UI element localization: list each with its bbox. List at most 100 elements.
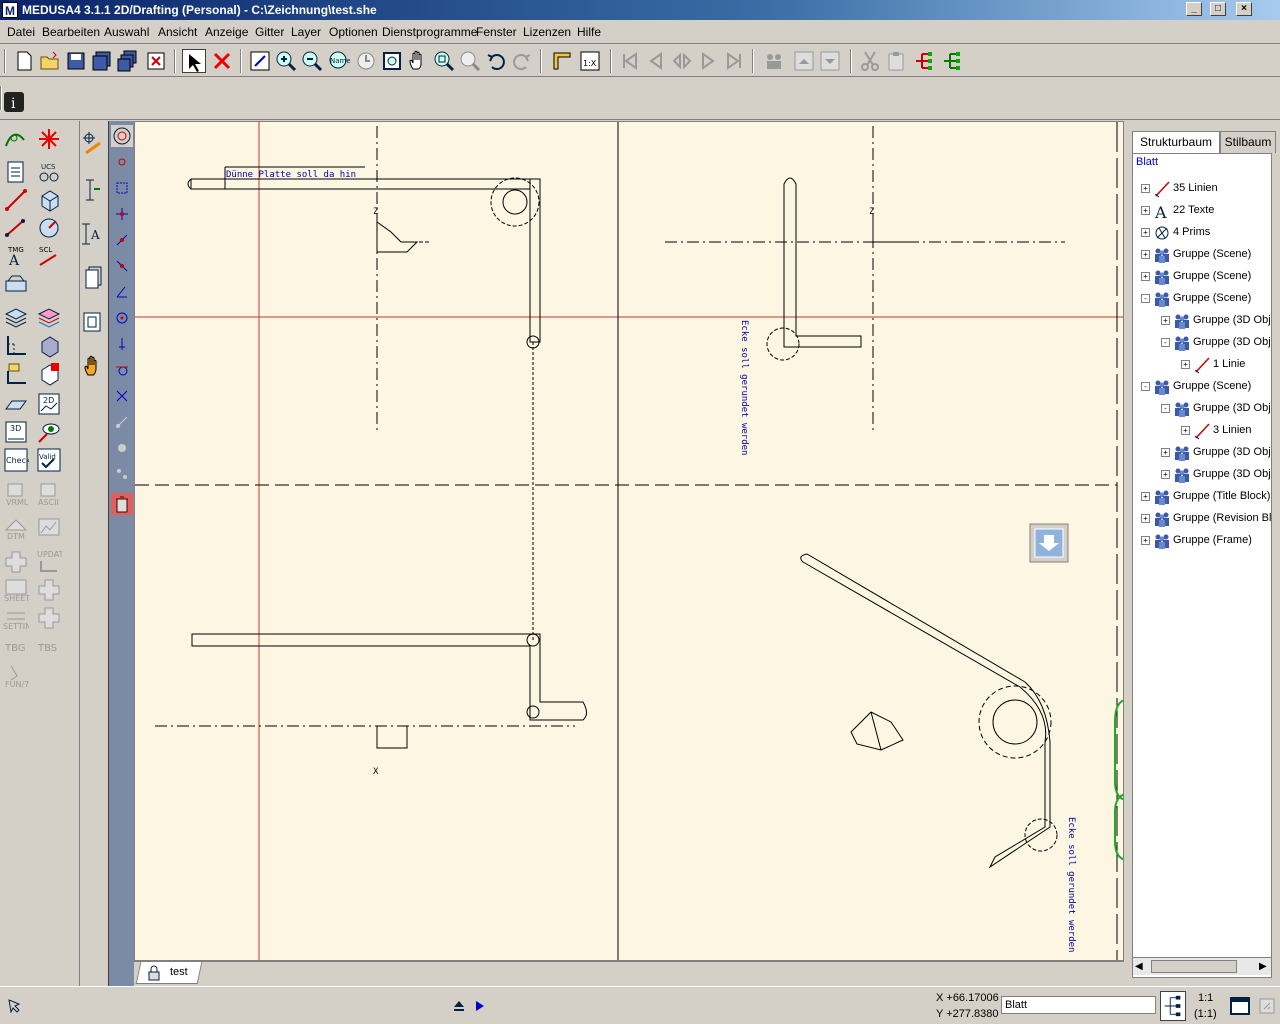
new-file-icon[interactable] [12, 49, 36, 73]
document-icon[interactable] [3, 159, 29, 185]
tbg-icon[interactable]: TBG [3, 635, 29, 661]
tree-root[interactable]: Blatt [1136, 156, 1158, 178]
scroll-thumb[interactable] [1151, 960, 1237, 973]
expand-icon[interactable]: + [1141, 514, 1150, 523]
cross-grey-icon[interactable] [3, 549, 29, 575]
horizontal-scrollbar[interactable]: ◀ ▶ [1133, 957, 1271, 975]
next-icon[interactable] [696, 49, 720, 73]
update-icon[interactable]: UPDATE [36, 549, 69, 575]
expand-icon[interactable]: + [1141, 492, 1150, 501]
zoom-in-icon[interactable] [274, 49, 298, 73]
cancel-icon[interactable] [210, 49, 234, 73]
zoom-previous-icon[interactable] [458, 49, 482, 73]
expand-icon[interactable]: + [1141, 250, 1150, 259]
measure-icon[interactable] [550, 49, 574, 73]
menu-layer[interactable]: Layer [291, 25, 321, 39]
redo-icon[interactable] [510, 49, 534, 73]
window-layout-icon[interactable] [1230, 997, 1250, 1018]
tbs-icon[interactable]: TBS [36, 635, 62, 661]
fun3d-icon[interactable]: FUN/70 [3, 663, 34, 689]
dtm-icon[interactable]: DTM [3, 515, 29, 541]
tablet-icon[interactable] [3, 271, 29, 297]
snap-point-icon[interactable] [3, 126, 29, 152]
expand-icon[interactable]: + [1141, 536, 1150, 545]
open-file-icon[interactable] [38, 49, 62, 73]
tab-stilbaum[interactable]: Stilbaum [1220, 131, 1276, 153]
valid-icon[interactable]: Valid [36, 447, 62, 473]
status-arrow-icon[interactable] [6, 997, 22, 1016]
expand-icon[interactable]: + [1141, 228, 1150, 237]
menu-fenster[interactable]: Fenster [476, 25, 517, 39]
coordinate-icon[interactable] [3, 333, 29, 359]
vertical-measure-icon[interactable] [80, 177, 104, 203]
tab-strukturbaum[interactable]: Strukturbaum [1132, 131, 1220, 153]
menu-gitter[interactable]: Gitter [255, 25, 284, 39]
previous-icon[interactable] [644, 49, 668, 73]
collapse-icon[interactable]: - [1141, 294, 1150, 303]
asterisk-icon[interactable] [36, 126, 62, 152]
layer-down-icon[interactable] [818, 49, 842, 73]
menu-datei[interactable]: Datei [7, 25, 35, 39]
close-file-icon[interactable] [144, 49, 168, 73]
snap-dot-icon[interactable] [115, 155, 129, 172]
cube-red-icon[interactable] [36, 361, 62, 387]
tree-red-icon[interactable] [912, 49, 936, 73]
snap-angle-icon[interactable] [115, 285, 129, 302]
page-active-icon[interactable] [80, 309, 104, 335]
group-tool-icon[interactable] [762, 49, 786, 73]
snap-mid-icon[interactable] [115, 259, 129, 276]
snap-multi-icon[interactable] [115, 467, 129, 484]
save-all-icon[interactable] [116, 49, 140, 73]
line-tool-icon[interactable] [3, 187, 29, 213]
vrml-icon[interactable]: VRML [3, 481, 29, 507]
folder-coordinate-icon[interactable] [3, 361, 29, 387]
ascii-icon[interactable]: ASCII [36, 481, 62, 507]
save-icon[interactable] [64, 49, 88, 73]
cross-grey-2-icon[interactable] [36, 577, 62, 603]
first-icon[interactable] [618, 49, 642, 73]
expand-icon[interactable]: + [1141, 206, 1150, 215]
cross-grey-3-icon[interactable] [36, 605, 62, 631]
terrain-icon[interactable] [36, 515, 62, 541]
resize-grip-icon[interactable] [1258, 997, 1276, 1018]
menu-lizenzen[interactable]: Lizenzen [523, 25, 571, 39]
zoom-history-icon[interactable] [354, 49, 378, 73]
text-measure-icon[interactable]: A [80, 221, 104, 247]
collapse-icon[interactable]: - [1141, 382, 1150, 391]
scl-icon[interactable]: SCL [36, 243, 62, 269]
hand-orange-icon[interactable] [80, 353, 104, 379]
menu-optionen[interactable]: Optionen [329, 25, 378, 39]
cube-view-icon[interactable] [36, 333, 62, 359]
snap-line-icon[interactable] [115, 233, 129, 250]
minimize-button[interactable]: _ [1186, 2, 1202, 16]
snap-perp-icon[interactable] [115, 337, 129, 354]
expand-icon[interactable]: + [1161, 316, 1170, 325]
pages-icon[interactable] [80, 265, 104, 291]
2d-view-icon[interactable]: 2D [36, 391, 62, 417]
menu-bearbeiten[interactable]: Bearbeiten [42, 25, 100, 39]
sheet3d-icon[interactable]: SHEET [3, 577, 30, 603]
snap-arc-icon[interactable] [115, 311, 129, 328]
undo-icon[interactable] [484, 49, 508, 73]
collapse-icon[interactable]: - [1161, 404, 1170, 413]
tree-toggle-icon[interactable] [1160, 991, 1186, 1021]
snap-intersect-icon[interactable] [115, 207, 129, 224]
zoom-fit-icon[interactable] [432, 49, 456, 73]
scroll-right-icon[interactable]: ▶ [1259, 961, 1267, 972]
eye-icon[interactable] [36, 419, 62, 445]
zoom-out-icon[interactable] [300, 49, 324, 73]
scale-icon[interactable]: 1:X [578, 49, 602, 73]
snap-tangent-icon[interactable] [115, 363, 129, 380]
3d-view-icon[interactable]: 3D [3, 419, 29, 445]
layers-icon[interactable] [3, 305, 29, 331]
maximize-button[interactable]: □ [1210, 2, 1226, 16]
layers-color-icon[interactable] [36, 305, 62, 331]
snap-cross-icon[interactable] [115, 389, 129, 406]
paste-icon[interactable] [884, 49, 908, 73]
expand-icon[interactable]: + [1161, 470, 1170, 479]
menu-hilfe[interactable]: Hilfe [577, 25, 601, 39]
save-as-icon[interactable] [90, 49, 114, 73]
expand-icon[interactable]: + [1141, 184, 1150, 193]
eject-icon[interactable] [452, 999, 466, 1016]
drawing-canvas[interactable]: Dünne Platte soll da hin Z Z Ecke soll g… [134, 121, 1124, 961]
